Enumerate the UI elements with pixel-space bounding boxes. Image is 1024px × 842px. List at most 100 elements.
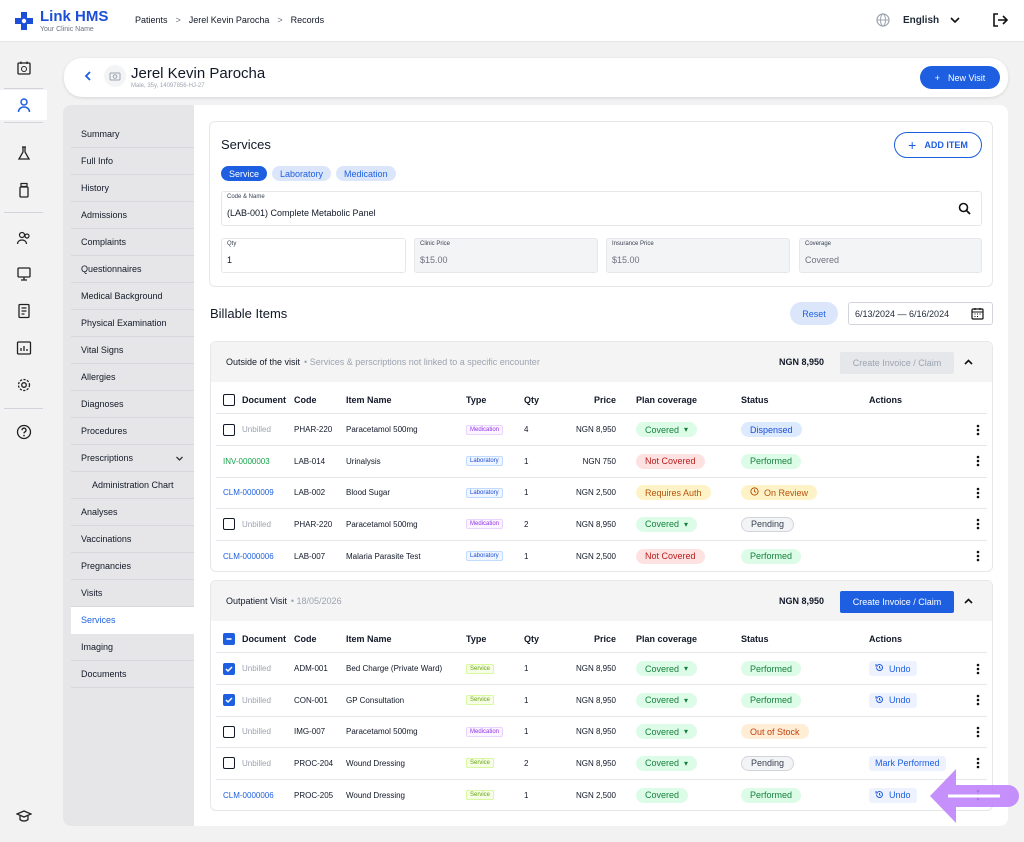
subnav-item-prescriptions[interactable]: Prescriptions xyxy=(71,445,194,472)
group1-title: Outside of the visit • Services & perscri… xyxy=(226,357,540,367)
price-cell: NGN 8,950 xyxy=(575,758,616,768)
row-checkbox[interactable] xyxy=(223,662,235,675)
document-list-icon[interactable] xyxy=(0,296,47,326)
subnav-item-physical-examination[interactable]: Physical Examination xyxy=(71,310,194,337)
create-invoice-claim-button[interactable]: Create Invoice / Claim xyxy=(840,591,954,613)
create-invoice-claim-button: Create Invoice / Claim xyxy=(840,352,954,374)
medicine-bottle-icon[interactable] xyxy=(0,175,47,205)
calendar-icon[interactable] xyxy=(971,307,984,322)
patients-icon[interactable] xyxy=(0,90,47,120)
app-logo[interactable]: Link HMS Your Clinic Name xyxy=(14,9,108,33)
claim-link[interactable]: CLM-0000006 xyxy=(223,791,274,800)
subnav-item-questionnaires[interactable]: Questionnaires xyxy=(71,256,194,283)
add-item-button[interactable]: + ADD ITEM xyxy=(894,132,982,158)
language-selector[interactable]: English xyxy=(876,13,961,27)
undo-button[interactable]: Undo xyxy=(869,661,917,676)
qty-field[interactable]: Qty 1 xyxy=(221,238,406,273)
select-all-checkbox[interactable] xyxy=(223,393,235,406)
subnav-item-visits[interactable]: Visits xyxy=(71,580,194,607)
more-options-icon[interactable] xyxy=(976,653,980,684)
logout-icon[interactable] xyxy=(992,12,1009,31)
gear-icon[interactable] xyxy=(0,370,47,400)
report-chart-icon[interactable] xyxy=(0,333,47,363)
more-options-icon[interactable] xyxy=(976,509,980,540)
invoice-link[interactable]: INV-0000003 xyxy=(223,457,270,466)
group1-subtitle: • Services & perscriptions not linked to… xyxy=(304,357,540,367)
subnav-item-services[interactable]: Services xyxy=(71,607,194,634)
subnav-item-history[interactable]: History xyxy=(71,175,194,202)
chip-service[interactable]: Service xyxy=(221,166,268,181)
subnav-item-complaints[interactable]: Complaints xyxy=(71,229,194,256)
row-checkbox[interactable] xyxy=(223,757,235,769)
more-options-icon[interactable] xyxy=(976,477,980,508)
subnav-item-documents[interactable]: Documents xyxy=(71,661,194,688)
date-range-value: 6/13/2024 — 6/16/2024 xyxy=(855,308,950,319)
table-row: Unbilled IMG-007 Paracetamol 500mg Medicati… xyxy=(216,716,987,748)
plan-coverage-badge[interactable]: Covered ▾ xyxy=(636,755,698,771)
subnav-item-label: Complaints xyxy=(81,237,127,247)
claim-link[interactable]: CLM-0000009 xyxy=(223,488,274,497)
plan-coverage-badge[interactable]: Covered xyxy=(636,787,689,803)
patient-header: Jerel Kevin Parocha Male, 35y, 14097856-… xyxy=(64,58,1008,97)
more-options-icon[interactable] xyxy=(976,540,980,572)
select-all-checkbox[interactable] xyxy=(223,632,235,645)
more-options-icon[interactable] xyxy=(976,716,980,747)
subnav-item-diagnoses[interactable]: Diagnoses xyxy=(71,391,194,418)
item-name-cell: Wound Dressing xyxy=(346,790,405,800)
plan-coverage-label: Covered xyxy=(645,790,680,800)
document-status: Unbilled xyxy=(242,695,271,705)
users-group-icon[interactable] xyxy=(0,223,47,253)
subnav-item-analyses[interactable]: Analyses xyxy=(71,499,194,526)
reset-button[interactable]: Reset xyxy=(790,302,838,325)
subnav-item-pregnancies[interactable]: Pregnancies xyxy=(71,553,194,580)
subnav-item-full-info[interactable]: Full Info xyxy=(71,148,194,175)
subnav-item-label: History xyxy=(81,183,110,193)
undo-history-icon xyxy=(875,695,884,706)
row-checkbox[interactable] xyxy=(223,694,235,706)
chevron-up-icon[interactable] xyxy=(963,596,974,610)
plan-coverage-badge[interactable]: Covered ▾ xyxy=(636,692,698,708)
plan-coverage-badge[interactable]: Covered ▾ xyxy=(636,516,698,532)
more-options-icon[interactable] xyxy=(976,414,980,445)
code-name-field[interactable]: Code & Name (LAB-001) Complete Metabolic… xyxy=(221,191,982,226)
more-options-icon[interactable] xyxy=(976,446,980,477)
subnav-item-admissions[interactable]: Admissions xyxy=(71,202,194,229)
subnav-item-medical-background[interactable]: Medical Background xyxy=(71,283,194,310)
subnav-item-vital-signs[interactable]: Vital Signs xyxy=(71,337,194,364)
plan-coverage-badge[interactable]: Covered ▾ xyxy=(636,724,698,739)
row-checkbox[interactable] xyxy=(223,725,235,738)
subnav-item-vaccinations[interactable]: Vaccinations xyxy=(71,526,194,553)
lab-flask-icon[interactable] xyxy=(0,138,47,168)
monitor-icon[interactable] xyxy=(0,259,47,289)
row-checkbox[interactable] xyxy=(223,518,235,530)
type-cell: Medication xyxy=(466,509,521,540)
actions-cell: Undo xyxy=(869,653,969,684)
more-options-icon[interactable] xyxy=(976,685,980,716)
chevron-up-icon[interactable] xyxy=(963,357,974,371)
plan-coverage-badge[interactable]: Covered ▾ xyxy=(636,661,698,676)
subnav-item-summary[interactable]: Summary xyxy=(71,121,194,148)
new-visit-button[interactable]: + New Visit xyxy=(920,66,1000,89)
help-icon[interactable] xyxy=(0,417,47,447)
subnav-item-procedures[interactable]: Procedures xyxy=(71,418,194,445)
date-range-picker[interactable]: 6/13/2024 — 6/16/2024 xyxy=(848,302,993,325)
subnav-item-administration-chart[interactable]: Administration Chart xyxy=(71,472,194,499)
subnav-item-imaging[interactable]: Imaging xyxy=(71,634,194,661)
breadcrumb-patient[interactable]: Jerel Kevin Parocha xyxy=(189,15,270,25)
row-checkbox[interactable] xyxy=(223,423,235,436)
chip-medication[interactable]: Medication xyxy=(336,166,396,181)
undo-button[interactable]: Undo xyxy=(869,787,917,803)
graduation-cap-icon[interactable] xyxy=(15,808,33,827)
status-cell: Pending xyxy=(741,509,861,540)
undo-button[interactable]: Undo xyxy=(869,692,917,708)
chevron-down-icon[interactable] xyxy=(175,454,184,465)
subnav-item-allergies[interactable]: Allergies xyxy=(71,364,194,391)
back-arrow-icon[interactable] xyxy=(82,70,94,85)
calendar-icon[interactable] xyxy=(0,53,47,83)
chip-laboratory[interactable]: Laboratory xyxy=(272,166,332,181)
plan-coverage-badge[interactable]: Covered ▾ xyxy=(636,422,698,437)
claim-link[interactable]: CLM-0000006 xyxy=(223,552,274,561)
breadcrumb-patients[interactable]: Patients xyxy=(135,15,168,25)
search-icon[interactable] xyxy=(958,202,971,218)
app-name: Link HMS xyxy=(40,8,109,25)
